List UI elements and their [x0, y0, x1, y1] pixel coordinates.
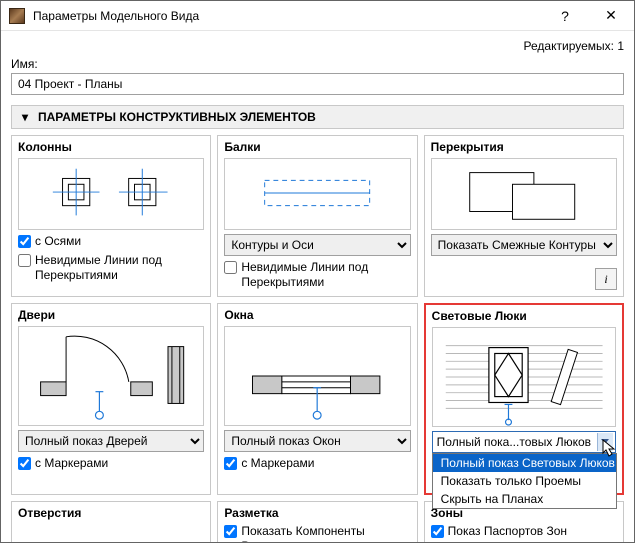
dialog-content: Редактируемых: 1 Имя: ▾ ПАРАМЕТРЫ КОНСТР…: [1, 31, 634, 542]
close-button[interactable]: ✕: [588, 1, 634, 31]
slabs-combo[interactable]: Показать Смежные Контуры: [431, 234, 617, 256]
dropdown-item[interactable]: Полный показ Световых Люков: [433, 454, 616, 472]
app-icon: [9, 8, 25, 24]
chk-zone-stamps[interactable]: Показ Паспортов Зон: [431, 524, 617, 539]
doors-preview: [18, 326, 204, 426]
skylights-preview: [432, 327, 616, 427]
columns-preview: [18, 158, 204, 230]
info-button[interactable]: i: [595, 268, 617, 290]
window-title: Параметры Модельного Вида: [33, 9, 542, 23]
name-input[interactable]: [11, 73, 624, 95]
help-button[interactable]: ?: [542, 1, 588, 31]
card-title: Балки: [224, 140, 410, 154]
card-columns: Колонны: [11, 135, 211, 297]
dialog-window: Параметры Модельного Вида ? ✕ Редактируе…: [0, 0, 635, 543]
name-label: Имя:: [11, 57, 624, 71]
windows-combo[interactable]: Полный показ Окон: [224, 430, 410, 452]
chk-with-axes[interactable]: с Осями: [18, 234, 204, 249]
chk-markers-windows-box[interactable]: [224, 457, 237, 470]
chevron-down-icon: [597, 433, 613, 451]
chk-show-markup[interactable]: Показать Компоненты Разметки: [224, 524, 410, 542]
titlebar: Параметры Модельного Вида ? ✕: [1, 1, 634, 31]
card-title: Двери: [18, 308, 204, 322]
card-skylights: Световые Люки: [424, 303, 624, 495]
skylights-combo[interactable]: Полный пока...товых Люков: [432, 431, 616, 453]
card-windows: Окна: [217, 303, 417, 495]
dropdown-item[interactable]: Показать только Проемы: [433, 472, 616, 490]
chevron-down-icon: ▾: [18, 110, 32, 124]
chk-markers-windows[interactable]: с Маркерами: [224, 456, 410, 471]
chk-hidden-lines-beams-box[interactable]: [224, 261, 237, 274]
windows-preview: [224, 326, 410, 426]
card-title: Окна: [224, 308, 410, 322]
cards-grid: Колонны: [11, 135, 624, 542]
chk-show-markup-box[interactable]: [224, 525, 237, 538]
skylights-dropdown: Полный показ Световых Люков Показать тол…: [432, 453, 617, 509]
chk-markers-doors[interactable]: с Маркерами: [18, 456, 204, 471]
section-header[interactable]: ▾ ПАРАМЕТРЫ КОНСТРУКТИВНЫХ ЭЛЕМЕНТОВ: [11, 105, 624, 129]
chk-markers-doors-box[interactable]: [18, 457, 31, 470]
chk-zone-stamps-box[interactable]: [431, 525, 444, 538]
doors-combo[interactable]: Полный показ Дверей: [18, 430, 204, 452]
card-title: Световые Люки: [432, 309, 616, 323]
card-title: Перекрытия: [431, 140, 617, 154]
card-doors: Двери: [11, 303, 211, 495]
card-title: Разметка: [224, 506, 410, 520]
slabs-preview: [431, 158, 617, 230]
card-beams: Балки Контуры и Оси Невидимые Линии под …: [217, 135, 417, 297]
card-title: Отверстия: [18, 506, 204, 520]
editable-count: Редактируемых: 1: [11, 37, 624, 57]
chk-hidden-lines-columns[interactable]: Невидимые Линии под Перекрытиями: [18, 253, 204, 283]
beams-combo[interactable]: Контуры и Оси: [224, 234, 410, 256]
chk-hidden-lines-beams[interactable]: Невидимые Линии под Перекрытиями: [224, 260, 410, 290]
chk-hidden-lines-columns-box[interactable]: [18, 254, 31, 267]
section-title: ПАРАМЕТРЫ КОНСТРУКТИВНЫХ ЭЛЕМЕНТОВ: [38, 110, 316, 124]
card-markup: Разметка Показать Компоненты Разметки: [217, 501, 417, 542]
beams-preview: [224, 158, 410, 230]
dropdown-item[interactable]: Скрыть на Планах: [433, 490, 616, 508]
card-slabs: Перекрытия Показать Смежные Контуры i: [424, 135, 624, 297]
chk-with-axes-box[interactable]: [18, 235, 31, 248]
card-title: Колонны: [18, 140, 204, 154]
skylights-combo-wrap: Полный пока...товых Люков Полный показ С…: [432, 431, 616, 453]
card-openings: Отверстия: [11, 501, 211, 542]
